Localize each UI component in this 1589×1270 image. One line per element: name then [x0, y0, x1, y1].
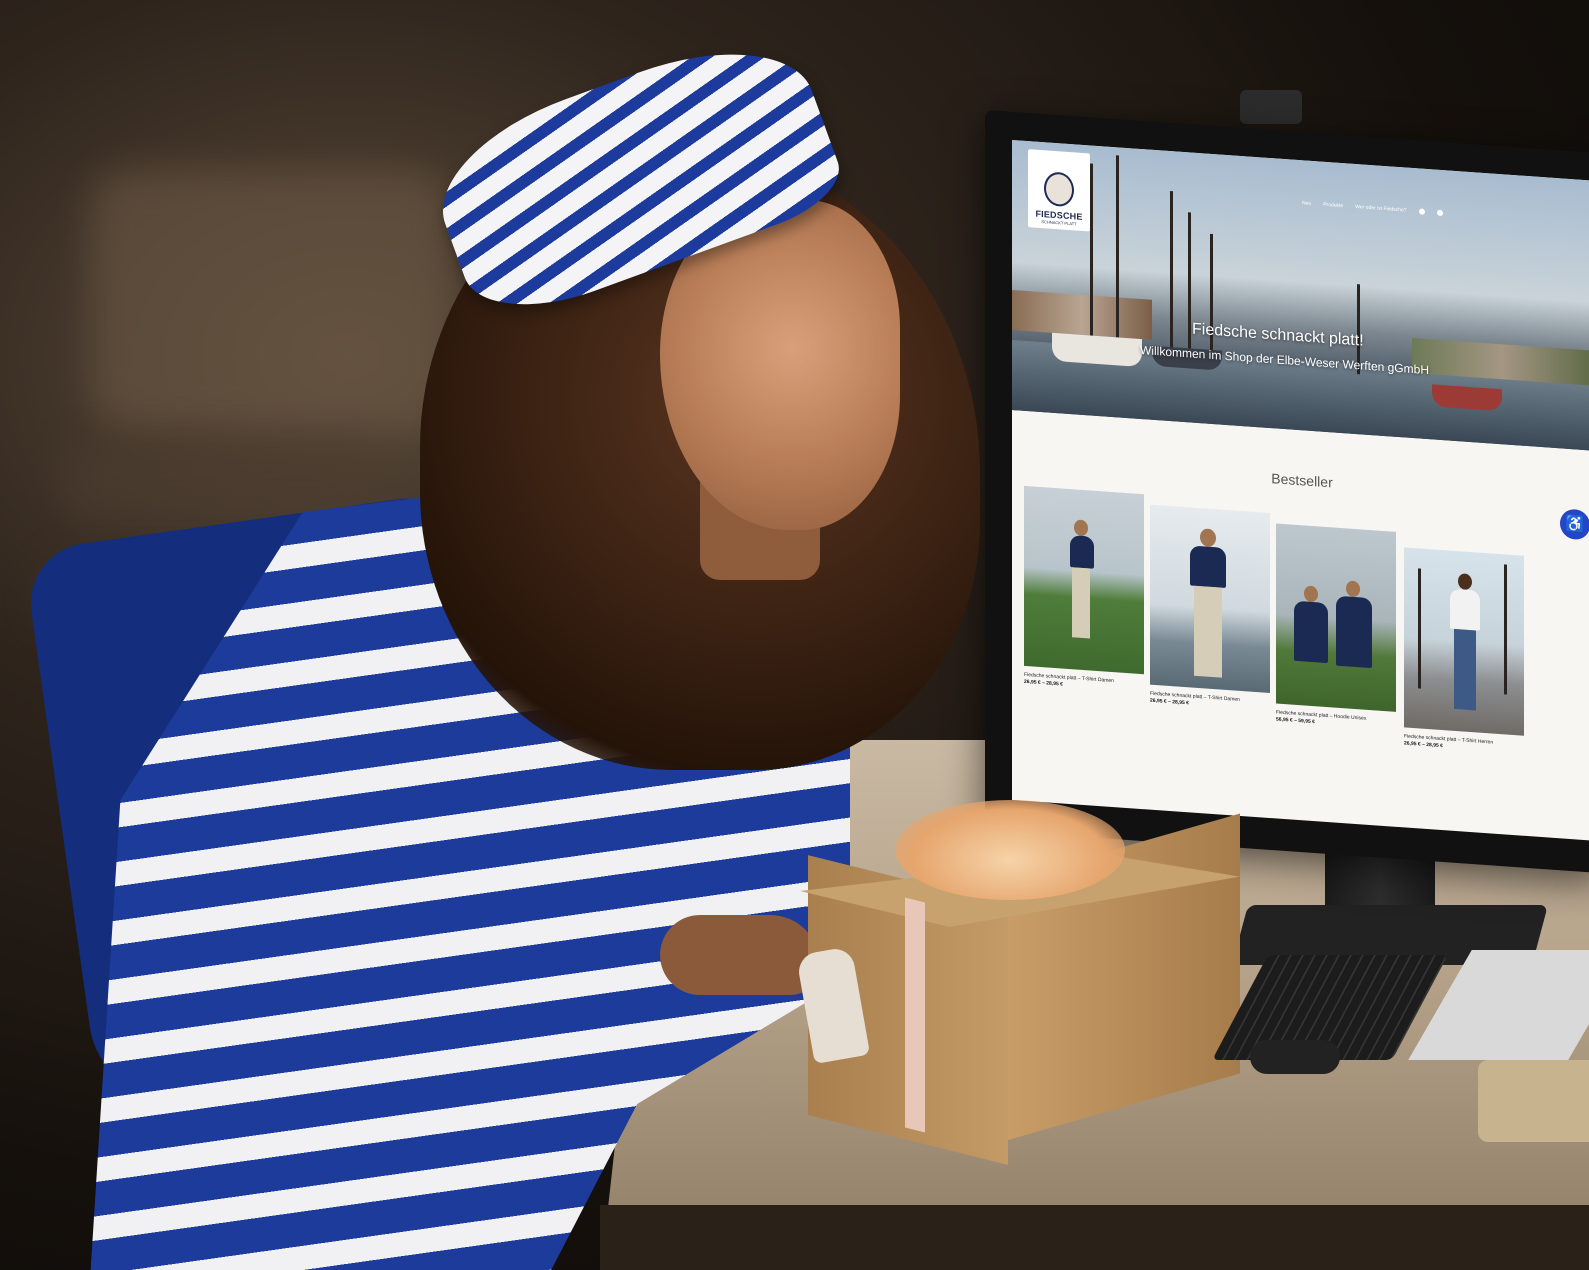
- logo-sailor-icon: [1044, 171, 1074, 208]
- model-shirt: [1450, 588, 1480, 631]
- nav-item-products[interactable]: Produkte: [1323, 202, 1343, 209]
- ship-mast: [1504, 564, 1507, 695]
- model-hoodie: [1336, 595, 1372, 669]
- product-image: [1024, 485, 1144, 675]
- webcam: [1240, 90, 1302, 124]
- nav-item-about[interactable]: Wer oder ist Fiedsche?: [1355, 204, 1406, 214]
- user-icon[interactable]: [1418, 208, 1425, 215]
- hero-title: Fiedsche schnackt platt!: [1192, 320, 1364, 350]
- ship-mast: [1188, 212, 1191, 353]
- cart-icon[interactable]: [1436, 209, 1443, 217]
- model-head: [1458, 573, 1472, 591]
- ship-mast: [1418, 568, 1421, 689]
- desk-edge: [600, 1205, 1589, 1270]
- monitor-screen: FIEDSCHE SCHNACKT PLATT Neu Produkte Wer…: [1012, 140, 1589, 841]
- product-card[interactable]: Fiedsche schnackt platt – Hoodie Unisex …: [1276, 523, 1396, 730]
- product-image: [1150, 504, 1270, 694]
- model-head: [1346, 580, 1360, 598]
- model-shirt: [1190, 545, 1226, 588]
- model-head: [1200, 528, 1216, 548]
- accessibility-icon[interactable]: ♿: [1560, 508, 1589, 541]
- model-head: [1074, 519, 1088, 537]
- model-trousers: [1194, 585, 1222, 678]
- ship-mast: [1090, 163, 1093, 344]
- harbor-houses: [1012, 290, 1152, 340]
- product-card[interactable]: Fiedsche schnackt platt – T-Shirt Damen …: [1024, 485, 1144, 693]
- gift-bow: [895, 800, 1125, 900]
- model-shirt: [1070, 535, 1094, 569]
- site-logo[interactable]: FIEDSCHE SCHNACKT PLATT: [1028, 149, 1090, 232]
- model-jeans: [1454, 628, 1476, 711]
- nav-item-new[interactable]: Neu: [1302, 200, 1311, 207]
- background-light-blob: [90, 170, 450, 430]
- gift-ribbon: [905, 897, 925, 1133]
- product-card[interactable]: Fiedsche schnackt platt – T-Shirt Damen …: [1150, 504, 1270, 712]
- hero-banner: FIEDSCHE SCHNACKT PLATT Neu Produkte Wer…: [1012, 140, 1589, 451]
- model-trousers: [1072, 567, 1090, 639]
- logo-tagline: SCHNACKT PLATT: [1041, 219, 1077, 227]
- ship-mast: [1170, 191, 1173, 352]
- product-image: [1276, 523, 1396, 712]
- main-navigation: Neu Produkte Wer oder ist Fiedsche?: [1302, 200, 1443, 217]
- model-hoodie: [1294, 600, 1328, 664]
- model-head: [1304, 585, 1318, 603]
- ship-mast: [1116, 155, 1119, 346]
- product-image: [1404, 547, 1524, 736]
- phone: [1478, 1060, 1589, 1142]
- photo-scene: FIEDSCHE SCHNACKT PLATT Neu Produkte Wer…: [0, 0, 1589, 1270]
- woman-hand: [660, 915, 820, 995]
- product-card[interactable]: Fiedsche schnackt platt – T-Shirt Herren…: [1404, 547, 1524, 754]
- computer-mouse: [1250, 1040, 1340, 1074]
